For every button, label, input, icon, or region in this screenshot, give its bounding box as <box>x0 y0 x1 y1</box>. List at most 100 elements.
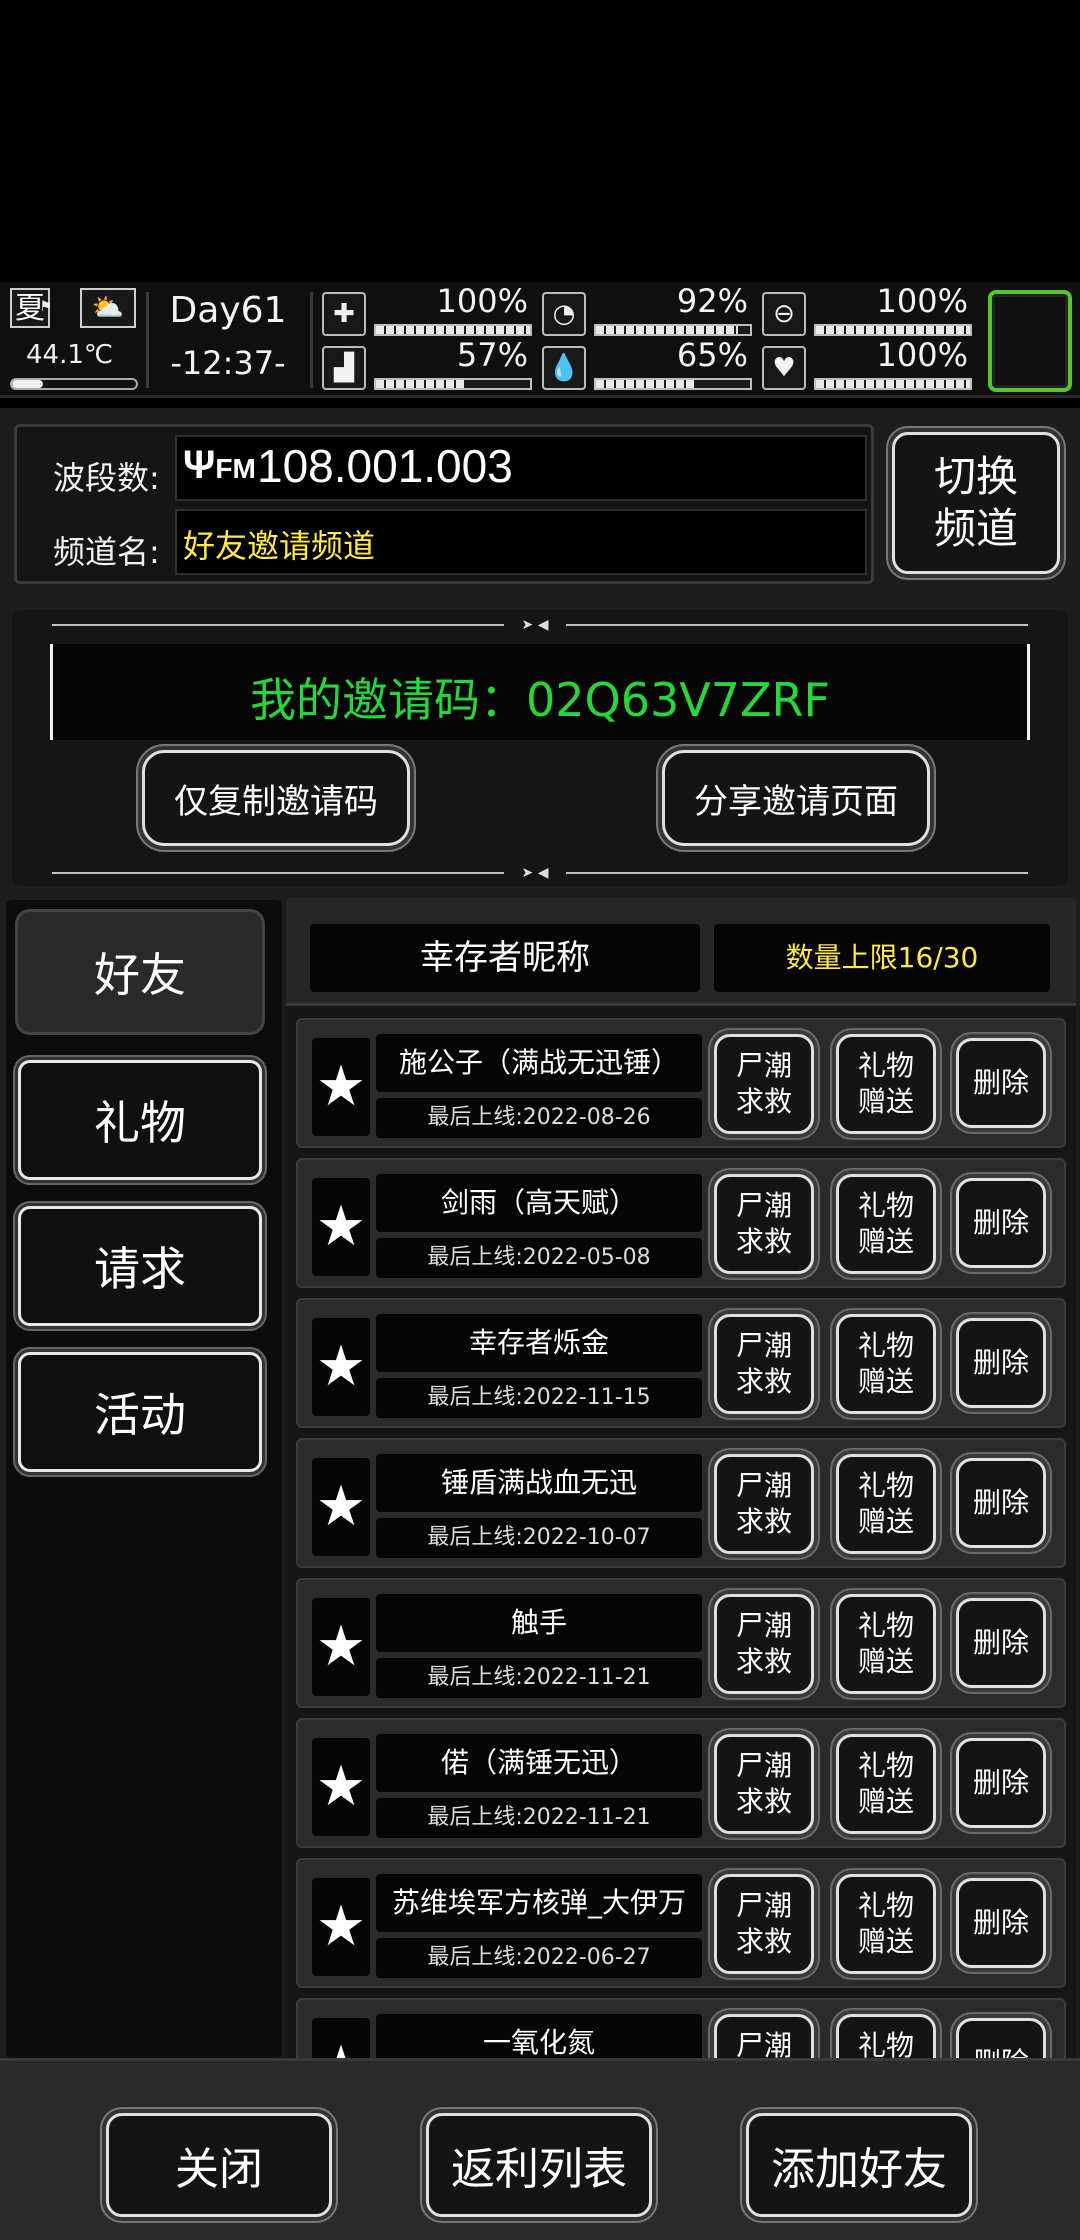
flag-icon: ⚑ <box>39 299 52 315</box>
horde-rescue-button[interactable]: 尸潮 求救 <box>714 1454 814 1554</box>
delete-friend-button[interactable]: 删除 <box>956 1598 1046 1688</box>
horde-rescue-button[interactable]: 尸潮 求救 <box>714 1314 814 1414</box>
friend-row: ★ 偌（满锤无迅） 最后上线:2022-11-21 尸潮 求救 礼物 赠送 删除 <box>296 1718 1066 1848</box>
friend-row: ★一氧化氮 尸潮 求救 礼物 赠送 删除 <box>296 1998 1066 2060</box>
tab-friends[interactable]: 好友 <box>18 912 262 1032</box>
invite-code-box: 我的邀请码：02Q63V7ZRF <box>50 644 1030 740</box>
invite-code-text: 我的邀请码：02Q63V7ZRF <box>250 673 830 727</box>
tab-label: 好友 <box>94 948 186 1002</box>
pill-icon: ⊖ <box>762 292 806 336</box>
temperature-bar <box>10 378 138 390</box>
share-invite-page-button[interactable]: 分享邀请页面 <box>662 750 930 846</box>
divider <box>146 292 149 388</box>
friend-last-online: 最后上线:2022-06-27 <box>376 1938 702 1978</box>
temperature-fill <box>12 380 43 388</box>
list-header: 幸存者昵称 数量上限16/30 <box>286 898 1076 1006</box>
horde-rescue-button[interactable]: 尸潮 求救 <box>714 1174 814 1274</box>
channel-field: 好友邀请频道 <box>175 509 867 575</box>
star-icon[interactable]: ★ <box>312 1738 370 1836</box>
add-friend-label: 添加好友 <box>771 2144 947 2195</box>
send-gift-button[interactable]: 礼物 赠送 <box>836 1454 936 1554</box>
horde-rescue-label: 尸潮 求救 <box>735 2028 792 2060</box>
friend-list-area: 幸存者昵称 数量上限16/30 ★ 施公子（满战无迅锤） 最后上线:2022-08-… <box>286 898 1076 2060</box>
switch-channel-button[interactable]: 切换 频道 <box>892 432 1060 574</box>
nickname-header: 幸存者昵称 <box>310 924 700 992</box>
send-gift-button[interactable]: 礼物 赠送 <box>836 1874 936 1974</box>
delete-label: 删除 <box>972 1205 1029 1239</box>
friend-row: ★ 苏维埃军方核弹_大伊万 最后上线:2022-06-27 尸潮 求救 礼物 赠送 删除 <box>296 1858 1066 1988</box>
stat-bar <box>594 324 752 336</box>
horde-rescue-button[interactable]: 尸潮 求救 <box>714 1734 814 1834</box>
send-gift-label: 礼物 赠送 <box>857 1328 914 1398</box>
close-button[interactable]: 关闭 <box>106 2113 332 2217</box>
tab-label: 礼物 <box>94 1096 186 1150</box>
friends-panel: 波段数: ΨFM 108.001.003 频道名: 好友邀请频道 切换 频道 ➤… <box>0 408 1080 2240</box>
tab-gifts[interactable]: 礼物 <box>18 1060 262 1180</box>
stat-fill <box>816 326 970 334</box>
stat-value: 100% <box>876 336 968 374</box>
send-gift-button[interactable]: 礼物 赠送 <box>836 2014 936 2060</box>
friend-last-online: 最后上线:2022-08-26 <box>376 1098 702 1138</box>
star-icon[interactable]: ★ <box>312 1038 370 1136</box>
tab-requests[interactable]: 请求 <box>18 1206 262 1326</box>
stat-value: 57% <box>456 336 528 374</box>
send-gift-button[interactable]: 礼物 赠送 <box>836 1314 936 1414</box>
delete-friend-button[interactable]: 删除 <box>956 1878 1046 1968</box>
delete-label: 删除 <box>972 1765 1029 1799</box>
stat-medicine: ⊖ 100% <box>762 282 972 338</box>
copy-invite-code-button[interactable]: 仅复制邀请码 <box>142 750 410 846</box>
stat-value: 100% <box>436 282 528 320</box>
star-icon[interactable]: ★ <box>312 1318 370 1416</box>
delete-friend-button[interactable]: 删除 <box>956 1738 1046 1828</box>
invite-section: ➤ ◀ 我的邀请码：02Q63V7ZRF 仅复制邀请码 分享邀请页面 ➤ ◀ <box>12 610 1068 886</box>
send-gift-label: 礼物 赠送 <box>857 1468 914 1538</box>
horde-rescue-button[interactable]: 尸潮 求救 <box>714 1034 814 1134</box>
stat-fill <box>596 380 697 388</box>
share-invite-page-label: 分享邀请页面 <box>694 781 898 822</box>
stat-mood: ♥ 100% <box>762 336 972 392</box>
friend-name: 幸存者烁金 <box>376 1314 702 1372</box>
delete-label: 删除 <box>972 1345 1029 1379</box>
send-gift-button[interactable]: 礼物 赠送 <box>836 1034 936 1134</box>
horde-rescue-label: 尸潮 求救 <box>735 1188 792 1258</box>
send-gift-button[interactable]: 礼物 赠送 <box>836 1174 936 1274</box>
tab-events[interactable]: 活动 <box>18 1352 262 1472</box>
delete-friend-button[interactable]: 删除 <box>956 1178 1046 1268</box>
horde-rescue-button[interactable]: 尸潮 求救 <box>714 1874 814 1974</box>
star-icon[interactable]: ★ <box>312 1458 370 1556</box>
divider-arrows-icon: ➤ ◀ <box>504 866 566 880</box>
copy-invite-code-label: 仅复制邀请码 <box>174 781 378 822</box>
stomach-icon: ◔ <box>542 292 586 336</box>
temperature: 44.1℃ <box>26 340 114 370</box>
add-friend-button[interactable]: 添加好友 <box>746 2113 972 2217</box>
stat-value: 65% <box>676 336 748 374</box>
friend-row: ★ 剑雨（高天赋） 最后上线:2022-05-08 尸潮 求救 礼物 赠送 删除 <box>296 1158 1066 1288</box>
channel-label: 频道名: <box>53 533 160 571</box>
delete-friend-button[interactable]: 删除 <box>956 1318 1046 1408</box>
delete-friend-button[interactable]: 删除 <box>956 2018 1046 2060</box>
send-gift-button[interactable]: 礼物 赠送 <box>836 1594 936 1694</box>
send-gift-label: 礼物 赠送 <box>857 1888 914 1958</box>
stat-value: 100% <box>876 282 968 320</box>
status-slot-button[interactable] <box>988 290 1072 392</box>
friend-name: 触手 <box>376 1594 702 1652</box>
star-icon[interactable]: ★ <box>312 1178 370 1276</box>
star-icon[interactable]: ★ <box>312 2018 370 2060</box>
stat-fill <box>816 380 970 388</box>
tab-label: 请求 <box>94 1242 186 1296</box>
radio-frequency-box: 波段数: ΨFM 108.001.003 频道名: 好友邀请频道 <box>14 424 874 584</box>
horde-rescue-button[interactable]: 尸潮 求救 <box>714 1594 814 1694</box>
friend-last-online: 最后上线:2022-11-21 <box>376 1658 702 1698</box>
horde-rescue-button[interactable]: 尸潮 求救 <box>714 2014 814 2060</box>
friend-list[interactable]: ★ 施公子（满战无迅锤） 最后上线:2022-08-26 尸潮 求救 礼物 赠送 删除 ★ 剑… <box>286 1018 1076 2060</box>
delete-friend-button[interactable]: 删除 <box>956 1458 1046 1548</box>
send-gift-button[interactable]: 礼物 赠送 <box>836 1734 936 1834</box>
friend-row: ★ 锤盾满战血无迅 最后上线:2022-10-07 尸潮 求救 礼物 赠送 删除 <box>296 1438 1066 1568</box>
delete-friend-button[interactable]: 删除 <box>956 1038 1046 1128</box>
friend-name: 锤盾满战血无迅 <box>376 1454 702 1512</box>
stat-fill <box>596 326 738 334</box>
star-icon[interactable]: ★ <box>312 1878 370 1976</box>
rebate-list-button[interactable]: 返利列表 <box>426 2113 652 2217</box>
bottom-bar: 关闭 返利列表 添加好友 <box>0 2058 1080 2240</box>
star-icon[interactable]: ★ <box>312 1598 370 1696</box>
